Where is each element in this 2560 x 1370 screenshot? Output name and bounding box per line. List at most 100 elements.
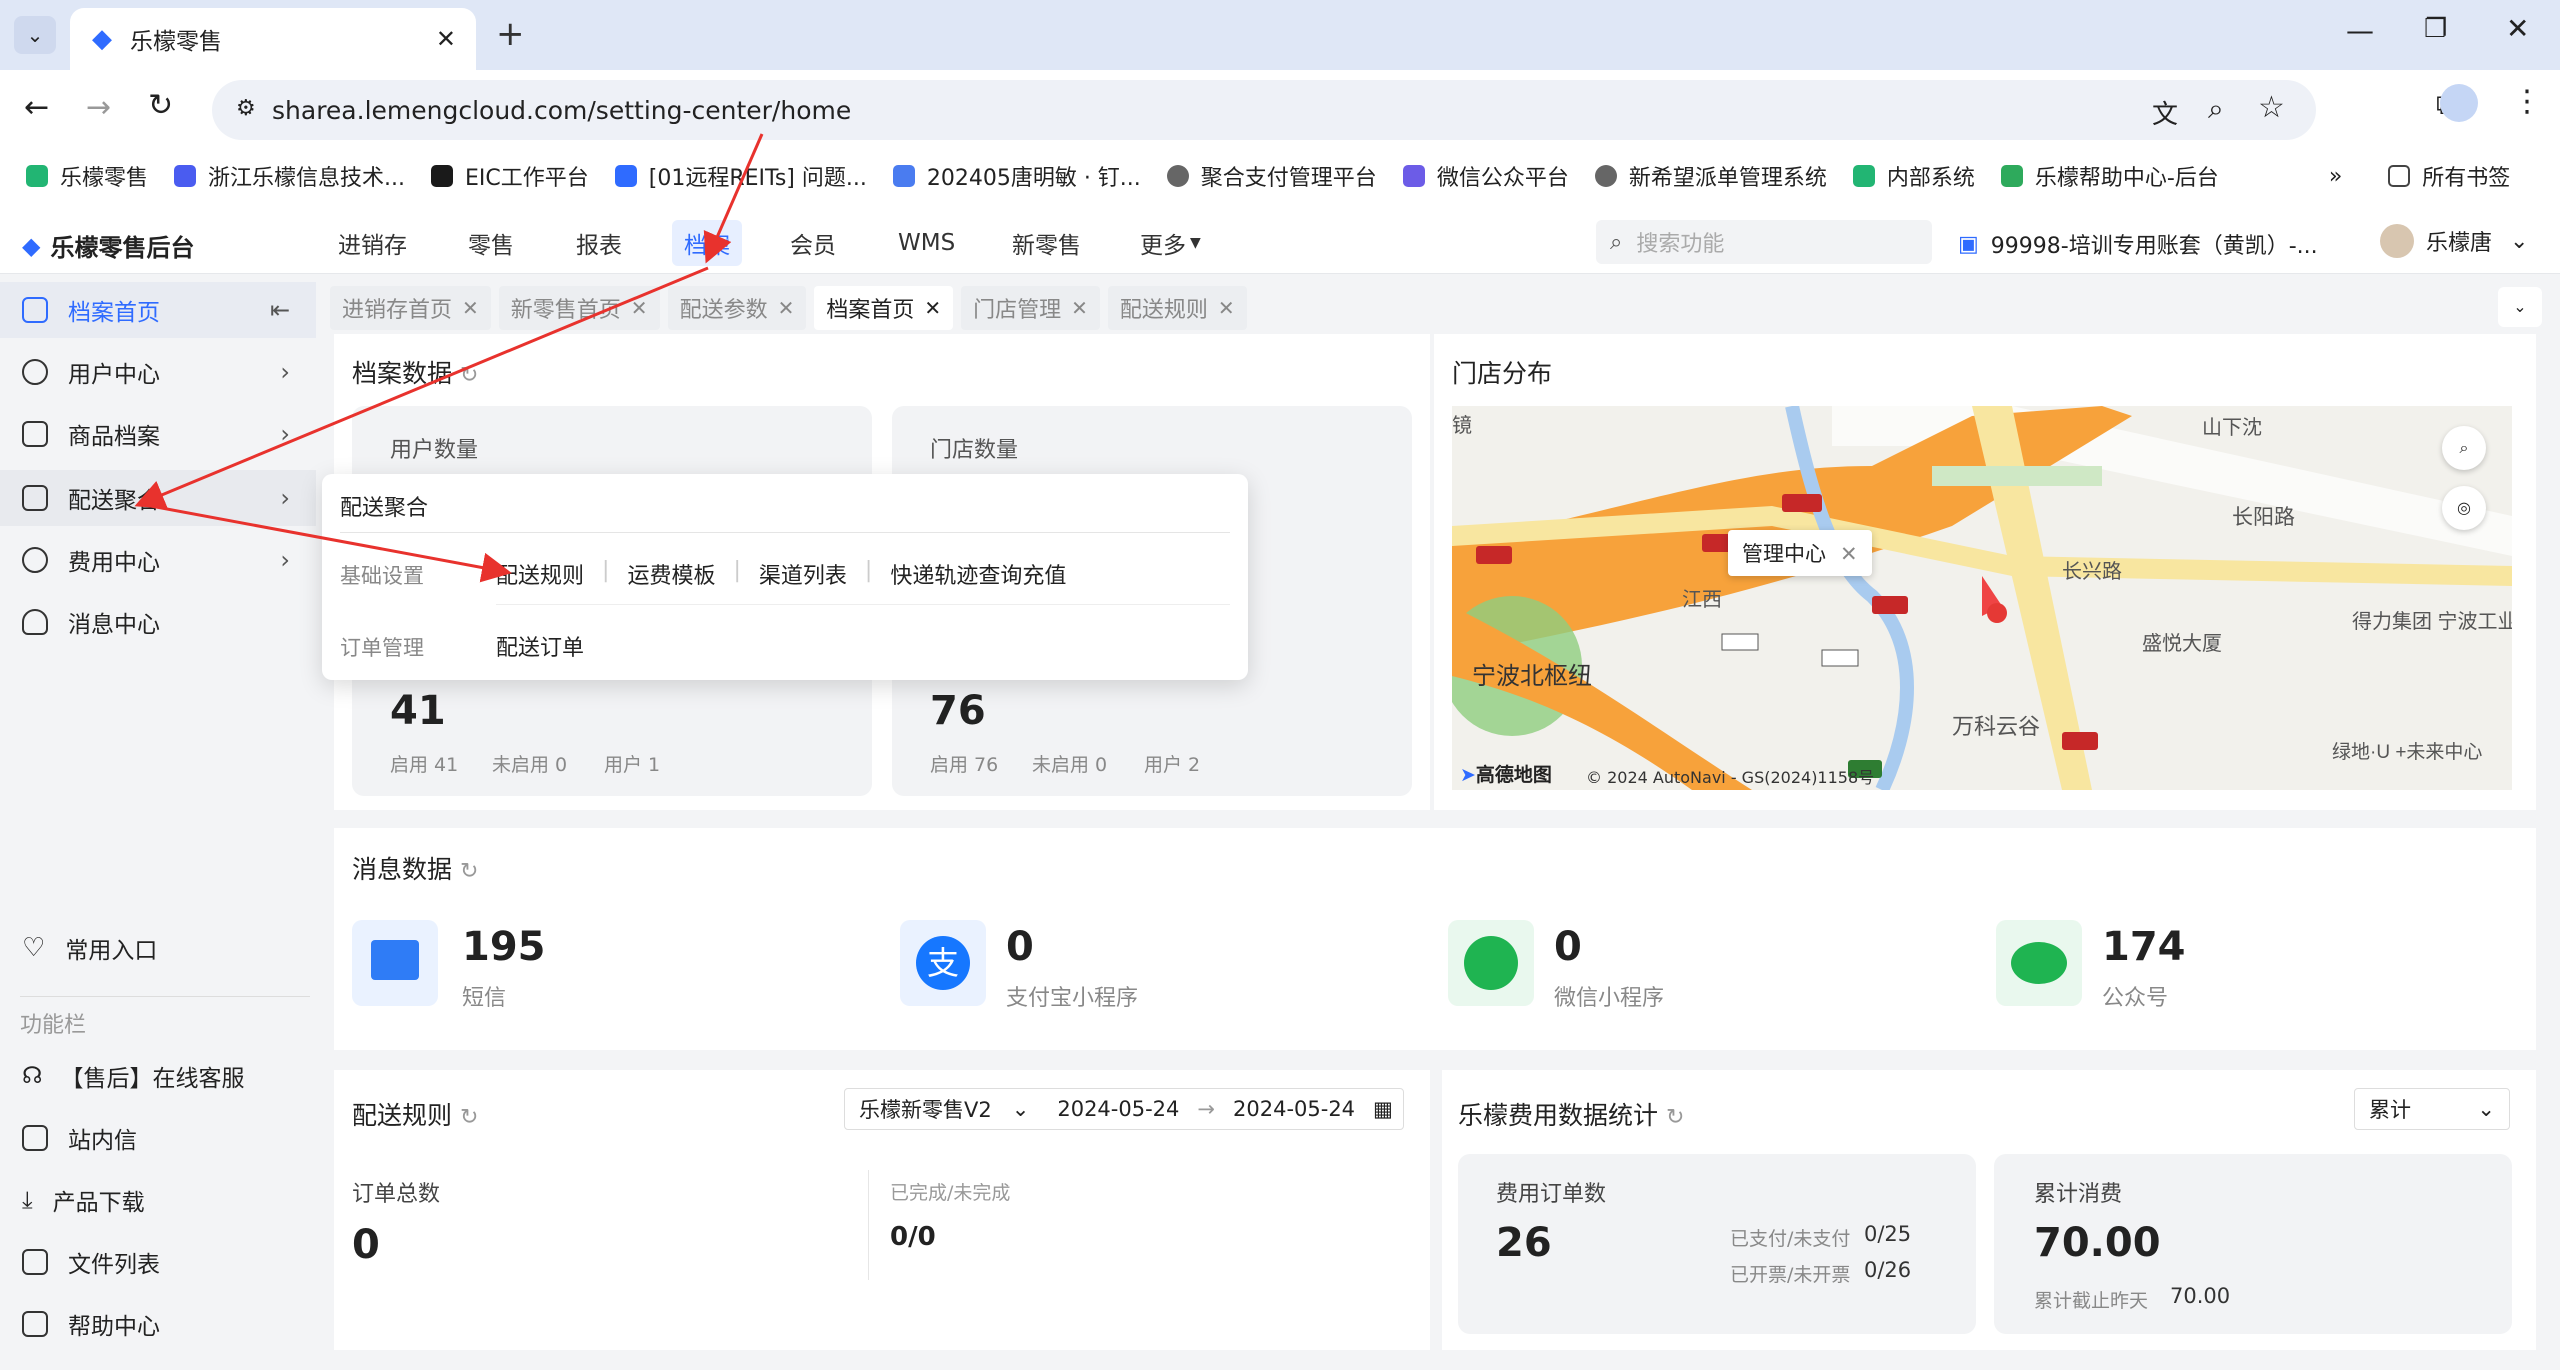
app-logo[interactable]: ◆ 乐檬零售后台: [22, 228, 194, 263]
refresh-icon[interactable]: ↻: [460, 363, 478, 388]
page-tab[interactable]: 配送参数 ✕: [667, 286, 807, 330]
bookmark-item[interactable]: [01远程REITs] 问题...: [614, 160, 867, 192]
sidebar-item-user-center[interactable]: 用户中心 ›: [0, 344, 316, 400]
sidebar-item-archive-home[interactable]: 档案首页 ⇤: [0, 282, 316, 338]
nav-new-retail[interactable]: 新零售: [1000, 220, 1093, 266]
calendar-icon[interactable]: ▦: [1373, 1097, 1393, 1121]
account-selector[interactable]: ▣ 99998-培训专用账套（黄凯）-...: [1958, 228, 2318, 260]
stat-users: 用户 2: [1144, 754, 1201, 776]
page-tab[interactable]: 新零售首页 ✕: [498, 286, 660, 330]
bookmark-item[interactable]: EIC工作平台: [431, 160, 589, 192]
sidebar-item-fee[interactable]: 费用中心 ›: [0, 532, 316, 588]
date-to[interactable]: 2024-05-24: [1233, 1097, 1355, 1121]
bookmark-item[interactable]: 新希望派单管理系统: [1594, 160, 1827, 192]
func-customer-service[interactable]: ☊ 【售后】在线客服: [0, 1048, 316, 1104]
period-select[interactable]: 累计 ⌄: [2354, 1088, 2510, 1130]
close-icon[interactable]: ✕: [1840, 542, 1858, 566]
nav-more[interactable]: 更多 ▼: [1128, 220, 1213, 266]
refresh-icon[interactable]: ↻: [460, 1105, 478, 1130]
official-account-label: 公众号: [2102, 986, 2169, 1011]
window-close-icon[interactable]: ✕: [2506, 12, 2529, 45]
order-management-label: 订单管理: [340, 636, 424, 660]
link-freight-template[interactable]: 运费模板: [627, 558, 715, 590]
zoom-icon[interactable]: ⌕: [2208, 92, 2224, 126]
restore-icon[interactable]: ❐: [2424, 14, 2447, 44]
chevron-right-icon: ›: [280, 546, 290, 574]
map-title: 门店分布: [1452, 359, 1553, 388]
user-icon: [22, 359, 48, 385]
bookmark-item[interactable]: 浙江乐檬信息技术...: [174, 160, 405, 192]
function-search-input[interactable]: ⌕ 搜索功能: [1596, 220, 1932, 264]
forward-icon[interactable]: →: [86, 90, 111, 125]
map-info-window[interactable]: 管理中心 ✕: [1728, 530, 1872, 576]
link-channel-list[interactable]: 渠道列表: [759, 558, 847, 590]
page-tab[interactable]: 进销存首页 ✕: [330, 286, 491, 330]
map-locate-icon[interactable]: ◎: [2442, 486, 2486, 530]
tab-search-button[interactable]: ⌄: [14, 16, 56, 54]
link-delivery-rule[interactable]: 配送规则: [496, 558, 584, 590]
nav-jinxiaocun[interactable]: 进销存: [326, 220, 419, 266]
nav-retail[interactable]: 零售: [456, 220, 526, 266]
link-delivery-order[interactable]: 配送订单: [496, 630, 584, 662]
minimize-icon[interactable]: —: [2346, 14, 2374, 47]
new-tab-icon[interactable]: +: [496, 14, 525, 54]
stat-users: 用户 1: [604, 754, 661, 776]
site-info-icon[interactable]: ⚙: [236, 96, 256, 121]
translate-icon[interactable]: ⽂: [2152, 94, 2178, 131]
sidebar-item-delivery[interactable]: 配送聚合 ›: [0, 470, 316, 526]
until-label: 累计截止昨天: [2034, 1290, 2149, 1312]
sidebar-item-message[interactable]: 消息中心: [0, 594, 316, 650]
func-file-list[interactable]: 文件列表: [0, 1234, 316, 1290]
map-marker[interactable]: [1987, 603, 2007, 623]
sidebar-item-goods[interactable]: 商品档案 ›: [0, 406, 316, 462]
func-download[interactable]: ⤓ 产品下载: [0, 1172, 316, 1228]
user-menu[interactable]: 乐檬唐 ⌄: [2380, 224, 2528, 258]
nav-archive[interactable]: 档案: [672, 220, 742, 266]
date-from[interactable]: 2024-05-24: [1057, 1097, 1179, 1121]
back-icon[interactable]: ←: [24, 90, 49, 125]
channel-select[interactable]: 乐檬新零售V2: [859, 1094, 992, 1124]
nav-wms[interactable]: WMS: [886, 220, 967, 266]
delivery-submenu: 配送聚合 基础设置 配送规则 | 运费模板 | 渠道列表 | 快递轨迹查询充值 订单管…: [322, 474, 1248, 680]
address-bar[interactable]: ⚙ sharea.lemengcloud.com/setting-center/…: [212, 80, 2316, 140]
all-bookmarks[interactable]: 所有书签: [2388, 160, 2510, 192]
fee-title: 乐檬费用数据统计 ↻: [1458, 1101, 1685, 1130]
link-express-recharge[interactable]: 快递轨迹查询充值: [890, 558, 1066, 590]
page-tab[interactable]: 门店管理 ✕: [961, 286, 1100, 330]
bookmark-item[interactable]: 微信公众平台: [1402, 160, 1569, 192]
amap-logo: ➤高德地图: [1460, 764, 1552, 786]
profile-avatar[interactable]: [2440, 84, 2478, 122]
fee-stats-card: 乐檬费用数据统计 ↻ 累计 ⌄ 费用订单数 26 已支付/未支付 0/25 已开票…: [1442, 1070, 2536, 1350]
browser-tab[interactable]: ◆ 乐檬零售 ✕: [70, 8, 476, 70]
refresh-icon[interactable]: ↻: [460, 859, 478, 884]
fee-total-value: 70.00: [2034, 1220, 2161, 1266]
close-tab-icon[interactable]: ✕: [436, 25, 456, 53]
lemeng-favicon-icon: ◆: [92, 24, 112, 54]
map-label: 山下沈: [2202, 416, 2262, 439]
reload-icon[interactable]: ↻: [148, 88, 173, 123]
menu-icon[interactable]: ⋮: [2512, 84, 2542, 119]
store-count-value: 76: [930, 688, 986, 734]
page-tab[interactable]: 配送规则 ✕: [1107, 286, 1247, 330]
tabs-dropdown-icon[interactable]: ⌄: [2498, 287, 2542, 327]
nav-member[interactable]: 会员: [778, 220, 848, 266]
bookmark-item[interactable]: 聚合支付管理平台: [1166, 160, 1377, 192]
invoice-value: 0/26: [1864, 1258, 1912, 1282]
map-zoom-icon[interactable]: ⌕: [2442, 426, 2486, 470]
bookmark-star-icon[interactable]: ☆: [2258, 90, 2285, 125]
bookmark-item[interactable]: 乐檬零售: [26, 160, 148, 192]
bookmark-item[interactable]: 内部系统: [1852, 160, 1975, 192]
order-total-value: 0: [352, 1222, 380, 1268]
page-tab-active[interactable]: 档案首页 ✕: [814, 286, 954, 330]
nav-report[interactable]: 报表: [564, 220, 634, 266]
collapse-icon[interactable]: ⇤: [270, 296, 290, 324]
map-view[interactable]: 山下沈 长阳路 长兴路 得力集团 宁波工业园 盛悦大厦 江西 宁波北枢纽 万科云…: [1452, 406, 2512, 790]
bookmark-item[interactable]: 202405唐明敏 · 钉...: [892, 160, 1141, 192]
caret-down-icon: ▼: [1190, 235, 1201, 251]
refresh-icon[interactable]: ↻: [1666, 1105, 1684, 1130]
more-bookmarks-icon[interactable]: »: [2329, 164, 2342, 189]
common-entry[interactable]: ♡ 常用入口: [0, 920, 316, 976]
func-inbox[interactable]: 站内信: [0, 1110, 316, 1166]
func-help[interactable]: 帮助中心: [0, 1296, 316, 1352]
bookmark-item[interactable]: 乐檬帮助中心-后台: [2000, 160, 2219, 192]
